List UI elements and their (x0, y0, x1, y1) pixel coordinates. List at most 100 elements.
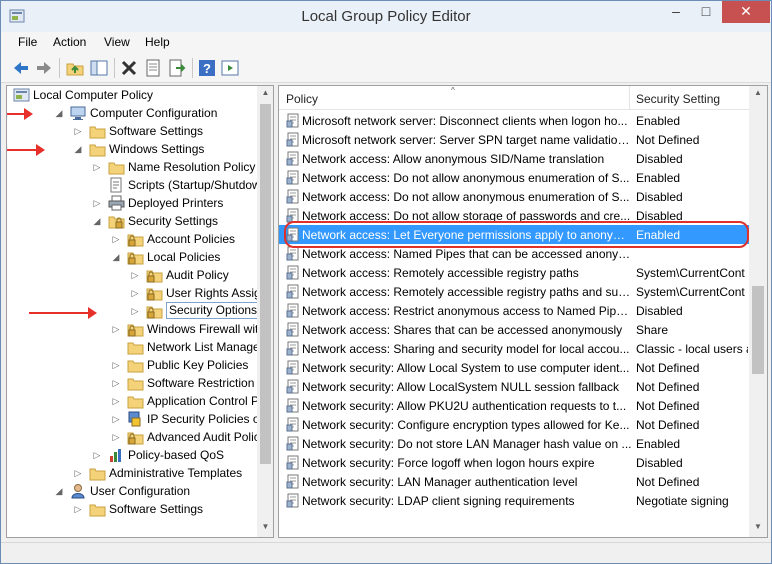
column-header-setting[interactable]: Security Setting (629, 86, 749, 110)
tree-item[interactable]: ▷ Windows Firewall with Adva (7, 320, 273, 338)
expand-arrow-icon[interactable]: ▷ (111, 413, 121, 425)
tree-item[interactable]: ◢ User Configuration (7, 482, 273, 500)
list-scroll-thumb[interactable] (752, 286, 764, 374)
expand-arrow-icon[interactable]: ▷ (111, 323, 121, 335)
table-row[interactable]: Network access: Shares that can be acces… (279, 320, 749, 339)
forward-arrow-icon[interactable] (34, 58, 54, 78)
table-row[interactable]: Network security: LDAP client signing re… (279, 491, 749, 510)
list-vertical-scrollbar[interactable]: ▲ ▼ (749, 86, 767, 537)
table-row[interactable]: Network access: Sharing and security mod… (279, 339, 749, 358)
expand-arrow-icon[interactable]: ▷ (92, 161, 102, 173)
back-arrow-icon[interactable] (11, 58, 31, 78)
security-setting-value: Not Defined (636, 380, 700, 394)
tree-item[interactable]: Local Computer Policy (7, 86, 273, 104)
scroll-down-arrow[interactable]: ▼ (257, 522, 273, 531)
expand-arrow-icon[interactable]: ▷ (111, 377, 121, 389)
tree-item[interactable]: ▷ Public Key Policies (7, 356, 273, 374)
collapse-arrow-icon[interactable]: ◢ (111, 251, 121, 263)
close-button[interactable]: ✕ (722, 1, 770, 23)
help-icon[interactable]: ? (197, 58, 217, 78)
expand-arrow-icon[interactable]: ▷ (73, 125, 83, 137)
table-row[interactable]: Network security: Allow PKU2U authentica… (279, 396, 749, 415)
table-row[interactable]: Network security: Do not store LAN Manag… (279, 434, 749, 453)
policy-name: Network security: LAN Manager authentica… (302, 475, 578, 489)
collapse-arrow-icon[interactable]: ◢ (92, 215, 102, 227)
expand-arrow-icon[interactable]: ▷ (130, 287, 140, 299)
table-row[interactable]: Network access: Do not allow storage of … (279, 206, 749, 225)
expand-arrow-icon[interactable]: ▷ (130, 305, 140, 317)
tree-item[interactable]: Network List Manager Polic (7, 338, 273, 356)
table-row[interactable]: Network security: LAN Manager authentica… (279, 472, 749, 491)
scripts-icon (110, 177, 122, 193)
tree-item[interactable]: ▷ Name Resolution Policy (7, 158, 273, 176)
collapse-arrow-icon[interactable]: ◢ (54, 485, 64, 497)
table-row[interactable]: Network access: Named Pipes that can be … (279, 244, 749, 263)
expand-arrow-icon[interactable]: ▷ (73, 503, 83, 515)
up-folder-icon[interactable] (65, 58, 85, 78)
tree-item[interactable]: ▷ Administrative Templates (7, 464, 273, 482)
tree-item[interactable]: ◢ Local Policies (7, 248, 273, 266)
tree-item[interactable]: ▷User Rights Assignment (7, 284, 273, 302)
table-row[interactable]: Microsoft network server: Server SPN tar… (279, 130, 749, 149)
properties-icon[interactable] (143, 58, 163, 78)
tree-item-label: Windows Settings (109, 142, 205, 156)
extended-view-icon[interactable] (220, 58, 240, 78)
policy-name: Network access: Restrict anonymous acces… (302, 304, 632, 318)
tree-item[interactable]: ▷ Security Options (7, 302, 273, 320)
delete-icon[interactable] (119, 58, 139, 78)
tree-item[interactable]: ◢ Computer Configuration (7, 104, 273, 122)
table-row[interactable]: Network access: Remotely accessible regi… (279, 282, 749, 301)
tree-item[interactable]: ▷ Account Policies (7, 230, 273, 248)
tree-item[interactable]: ▷ Deployed Printers (7, 194, 273, 212)
tree-item[interactable]: ▷ Software Settings (7, 500, 273, 518)
collapse-arrow-icon[interactable]: ◢ (73, 143, 83, 155)
tree-item[interactable]: Scripts (Startup/Shutdown) (7, 176, 273, 194)
tree-item[interactable]: ▷ IP Security Policies on Local (7, 410, 273, 428)
scroll-up-arrow[interactable]: ▲ (257, 88, 273, 97)
show-hide-tree-icon[interactable] (89, 58, 109, 78)
expand-arrow-icon[interactable]: ▷ (111, 395, 121, 407)
table-row[interactable]: Network security: Configure encryption t… (279, 415, 749, 434)
tree-item[interactable]: ▷ Application Control Policies (7, 392, 273, 410)
table-row[interactable]: Network access: Do not allow anonymous e… (279, 168, 749, 187)
minimize-button[interactable]: – (661, 1, 691, 23)
user-icon (71, 484, 85, 499)
scroll-up-arrow[interactable]: ▲ (749, 88, 767, 97)
collapse-arrow-icon[interactable]: ◢ (54, 107, 64, 119)
table-row[interactable]: Network access: Restrict anonymous acces… (279, 301, 749, 320)
tree-item[interactable]: ▷ Policy-based QoS (7, 446, 273, 464)
tree-item[interactable]: ◢ Security Settings (7, 212, 273, 230)
menu-file[interactable]: File (18, 35, 37, 49)
maximize-button[interactable]: □ (691, 1, 721, 23)
tree-item[interactable]: ▷ Software Settings (7, 122, 273, 140)
expand-arrow-icon[interactable]: ▷ (130, 269, 140, 281)
expand-arrow-icon[interactable]: ▷ (111, 359, 121, 371)
policy-name: Network security: Allow Local System to … (302, 361, 630, 375)
menu-action[interactable]: Action (53, 35, 86, 49)
expand-arrow-icon[interactable]: ▷ (92, 449, 102, 461)
tree-item[interactable]: ▷ Audit Policy (7, 266, 273, 284)
menu-view[interactable]: View (104, 35, 130, 49)
table-row[interactable]: Network security: Force logoff when logo… (279, 453, 749, 472)
scroll-down-arrow[interactable]: ▼ (749, 522, 767, 531)
table-row[interactable]: Network security: Allow Local System to … (279, 358, 749, 377)
table-row[interactable]: Network access: Do not allow anonymous e… (279, 187, 749, 206)
table-row[interactable]: Microsoft network server: Disconnect cli… (279, 111, 749, 130)
menu-help[interactable]: Help (145, 35, 170, 49)
tree-vertical-scrollbar[interactable]: ▲ ▼ (257, 86, 273, 537)
tree-item[interactable]: ▷ Advanced Audit Policy Con (7, 428, 273, 446)
expand-arrow-icon[interactable]: ▷ (111, 431, 121, 443)
expand-arrow-icon[interactable]: ▷ (92, 197, 102, 209)
export-list-icon[interactable] (167, 58, 187, 78)
tree-item[interactable]: ◢ Windows Settings (7, 140, 273, 158)
table-row[interactable]: Network security: Allow LocalSystem NULL… (279, 377, 749, 396)
table-row[interactable]: Network access: Remotely accessible regi… (279, 263, 749, 282)
table-row[interactable]: Network access: Let Everyone permissions… (279, 225, 749, 244)
expand-arrow-icon[interactable]: ▷ (111, 233, 121, 245)
expand-arrow-icon[interactable]: ▷ (73, 467, 83, 479)
tree-scroll-thumb[interactable] (260, 104, 271, 464)
title-bar[interactable]: Local Group Policy Editor – □ ✕ (1, 1, 771, 32)
table-row[interactable]: Network access: Allow anonymous SID/Name… (279, 149, 749, 168)
tree-item[interactable]: ▷ Software Restriction Policies (7, 374, 273, 392)
column-header-policy[interactable]: Policy ^ (279, 86, 629, 110)
